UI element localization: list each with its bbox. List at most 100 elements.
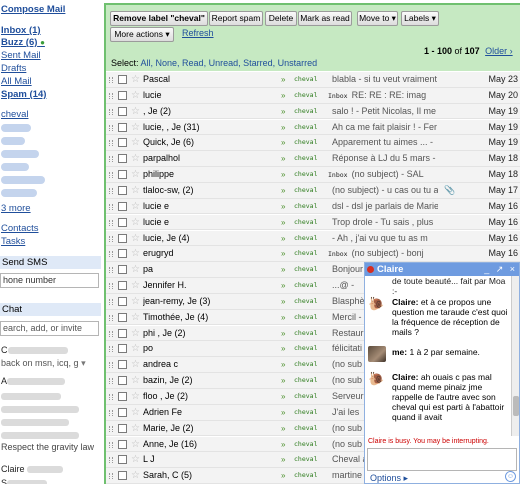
star-icon[interactable]: ☆ — [131, 215, 140, 230]
row-checkbox[interactable] — [118, 407, 127, 417]
older-link[interactable]: Older › — [485, 46, 513, 56]
star-icon[interactable]: ☆ — [131, 231, 140, 246]
drag-handle-icon[interactable] — [109, 156, 113, 163]
row-checkbox[interactable] — [118, 122, 127, 132]
blurred-label-link[interactable] — [1, 189, 37, 197]
drag-handle-icon[interactable] — [109, 425, 113, 432]
drag-handle-icon[interactable] — [109, 394, 113, 400]
blurred-label-link[interactable] — [1, 137, 25, 145]
compose-mail-link[interactable]: Compose Mail — [1, 4, 65, 15]
star-icon[interactable]: ☆ — [131, 405, 140, 420]
blurred-label-link[interactable] — [1, 176, 45, 184]
star-icon[interactable]: ☆ — [131, 167, 140, 182]
star-icon[interactable]: ☆ — [131, 437, 140, 452]
drag-handle-icon[interactable] — [109, 330, 113, 337]
message-row[interactable]: ☆ Quick, Je (6) » cheval Apparement tu aimes… — [106, 135, 520, 152]
row-checkbox[interactable] — [118, 360, 127, 370]
row-checkbox[interactable] — [118, 138, 127, 148]
star-icon[interactable]: ☆ — [131, 72, 140, 87]
chat-contact[interactable] — [1, 417, 69, 427]
all-mail-link[interactable]: All Mail — [1, 76, 32, 87]
row-checkbox[interactable] — [118, 423, 127, 433]
drag-handle-icon[interactable] — [109, 172, 113, 179]
window-controls[interactable]: _ ↗ × — [484, 263, 517, 276]
star-icon[interactable]: ☆ — [131, 373, 140, 388]
drag-handle-icon[interactable] — [109, 283, 113, 290]
drag-handle-icon[interactable] — [109, 140, 113, 147]
star-icon[interactable]: ☆ — [131, 88, 140, 103]
message-row[interactable]: ☆, Je (2) » cheval salo ! - Petit Nicolas, … — [106, 103, 520, 120]
row-checkbox[interactable] — [118, 185, 127, 195]
drag-handle-icon[interactable] — [109, 235, 113, 242]
message-row[interactable]: ☆ erugryd » cheval Inbox (no subject) - bonj M… — [106, 246, 520, 263]
row-checkbox[interactable] — [118, 328, 127, 338]
inbox-link[interactable]: Inbox (1) — [1, 25, 41, 36]
row-checkbox[interactable] — [118, 455, 127, 465]
drag-handle-icon[interactable] — [109, 124, 113, 131]
message-row[interactable]: ☆ parpalhol » cheval Réponse à LJ du 5 mars … — [106, 151, 520, 167]
row-checkbox[interactable] — [118, 154, 127, 164]
drafts-link[interactable]: Drafts — [1, 63, 26, 74]
message-row[interactable]: ☆ philippe » cheval Inbox (no subject) - SAL M… — [106, 167, 520, 183]
message-row[interactable]: ☆ lucie » cheval Inbox RE: RE : RE: imag May 2… — [106, 87, 520, 104]
row-checkbox[interactable] — [118, 201, 127, 211]
message-row[interactable]: ☆ tlaloc-sw, (2) » cheval (no subject) - u c… — [106, 182, 520, 199]
more-actions-dropdown[interactable]: More actions ▾ — [110, 27, 174, 42]
blurred-label-link[interactable] — [1, 124, 31, 132]
row-checkbox[interactable] — [118, 344, 127, 354]
drag-handle-icon[interactable] — [109, 203, 113, 210]
star-icon[interactable]: ☆ — [131, 104, 140, 119]
star-icon[interactable]: ☆ — [131, 199, 140, 214]
chat-contact[interactable]: C — [1, 345, 68, 355]
row-checkbox[interactable] — [118, 249, 127, 259]
star-icon[interactable]: ☆ — [131, 246, 140, 261]
drag-handle-icon[interactable] — [109, 108, 113, 115]
report-spam-button[interactable]: Report spam — [209, 11, 263, 26]
star-icon[interactable]: ☆ — [131, 357, 140, 372]
star-icon[interactable]: ☆ — [131, 468, 140, 483]
drag-handle-icon[interactable] — [109, 378, 113, 385]
chat-message-input[interactable] — [367, 448, 517, 471]
chat-options-link[interactable]: Options ▸ — [370, 473, 408, 484]
drag-handle-icon[interactable] — [109, 362, 113, 369]
star-icon[interactable]: ☆ — [131, 151, 140, 166]
message-row[interactable]: ☆ lucie, , Je (31) » cheval Ah ca me fait pl… — [106, 119, 520, 136]
row-checkbox[interactable] — [118, 392, 127, 401]
row-checkbox[interactable] — [118, 439, 127, 449]
star-icon[interactable]: ☆ — [131, 135, 140, 150]
emoticon-icon[interactable]: ☺ — [505, 471, 516, 482]
chat-contact[interactable] — [1, 391, 61, 401]
star-icon[interactable]: ☆ — [131, 310, 140, 325]
tasks-link[interactable]: Tasks — [1, 236, 25, 247]
star-icon[interactable]: ☆ — [131, 262, 140, 277]
row-checkbox[interactable] — [118, 75, 127, 84]
blurred-label-link[interactable] — [1, 163, 29, 171]
contacts-link[interactable]: Contacts — [1, 223, 39, 234]
row-checkbox[interactable] — [118, 471, 127, 481]
row-checkbox[interactable] — [118, 233, 127, 243]
spam-link[interactable]: Spam (14) — [1, 89, 46, 100]
star-icon[interactable]: ☆ — [131, 452, 140, 467]
row-checkbox[interactable] — [118, 281, 127, 291]
scrollbar-thumb[interactable] — [513, 396, 519, 416]
refresh-link[interactable]: Refresh — [182, 28, 214, 38]
drag-handle-icon[interactable] — [109, 441, 113, 448]
star-icon[interactable]: ☆ — [131, 341, 140, 356]
chat-window-header[interactable]: Claire _ ↗ × — [365, 263, 519, 276]
row-checkbox[interactable] — [118, 90, 127, 100]
drag-handle-icon[interactable] — [109, 457, 113, 464]
drag-handle-icon[interactable] — [109, 92, 113, 99]
row-checkbox[interactable] — [118, 170, 127, 180]
row-checkbox[interactable] — [118, 106, 127, 116]
drag-handle-icon[interactable] — [109, 77, 113, 83]
labels-dropdown[interactable]: Labels ▾ — [401, 11, 439, 26]
delete-button[interactable]: Delete — [265, 11, 297, 26]
label-cheval-link[interactable]: cheval — [1, 109, 28, 120]
star-icon[interactable]: ☆ — [131, 183, 140, 198]
row-checkbox[interactable] — [118, 376, 127, 386]
chat-contact[interactable] — [1, 404, 79, 414]
more-labels-link[interactable]: 3 more — [1, 203, 31, 214]
drag-handle-icon[interactable] — [109, 187, 113, 194]
star-icon[interactable]: ☆ — [131, 421, 140, 436]
phone-number-input[interactable]: hone number — [0, 273, 99, 288]
